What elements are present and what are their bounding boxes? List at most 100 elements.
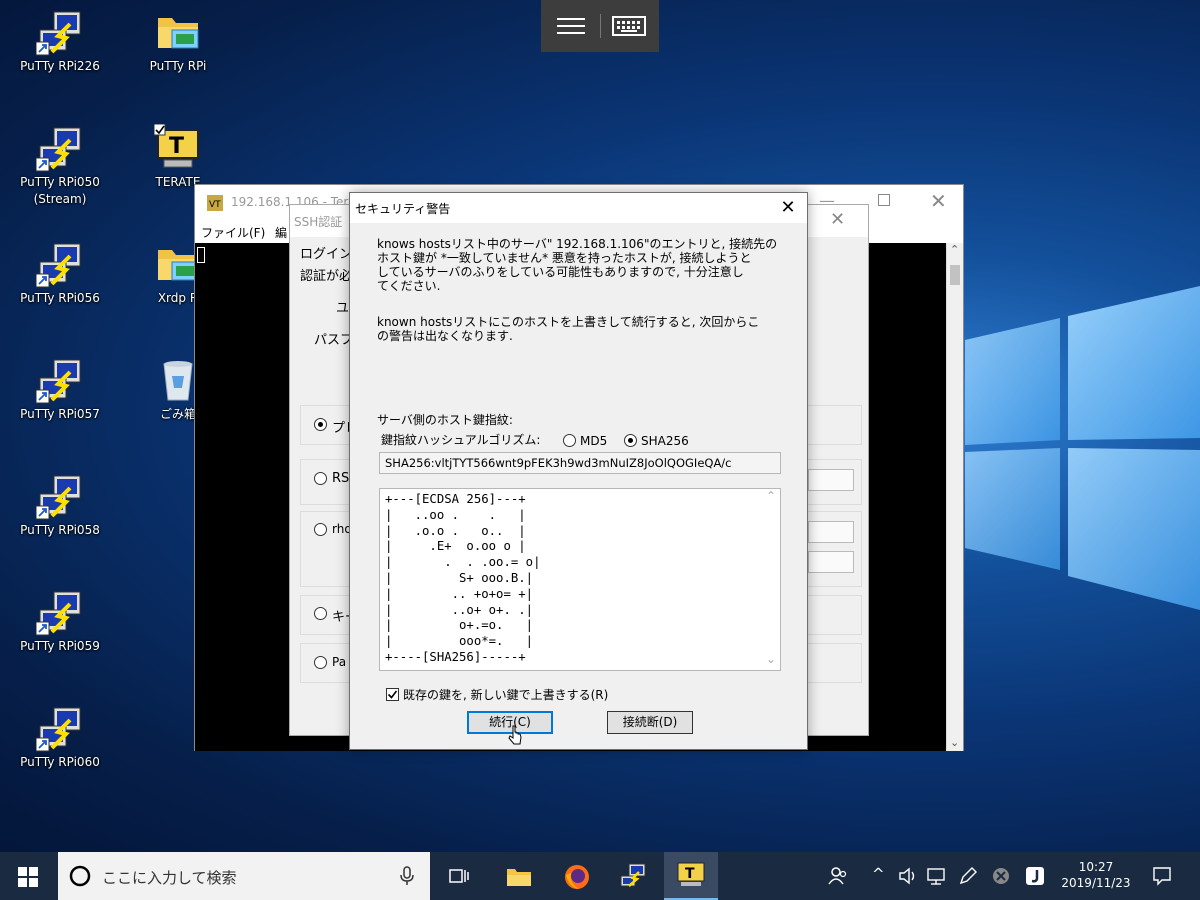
putty-icon [35,704,84,752]
fingerprint-field[interactable]: SHA256:vltjTYT566wnt9pFEK3h9wd3mNuIZ8JoO… [379,452,781,474]
ssh-radio-rhosts[interactable] [314,523,327,536]
maximize-icon[interactable] [878,194,890,206]
scroll-down-icon[interactable]: ⌄ [950,736,959,749]
fingerprint-label: サーバ側のホスト鍵指紋: [377,413,513,427]
ssh-radio-rsa[interactable] [314,472,327,485]
menu-file[interactable]: ファイル(F) [201,224,265,241]
desktop-icon-putty[interactable]: PuTTy RPi058 [12,472,108,539]
ssh-radio-keyboard[interactable] [314,607,327,620]
ssh-rsa-field[interactable] [808,469,854,491]
ssh-auth-title: SSH認証 [294,215,343,229]
clock-date: 2019/11/23 [1061,876,1131,890]
desktop-icon[interactable]: T TERATE [130,123,226,191]
ssh-rhosts-field-1[interactable] [808,521,854,543]
md5-radio[interactable] [563,434,576,447]
randomart-text: +---[ECDSA 256]---+ | ..oo . . | | .o.o … [385,492,541,664]
putty-icon [35,356,84,404]
taskbar-teraterm[interactable]: T [664,852,718,900]
randomart-box[interactable]: +---[ECDSA 256]---+ | ..oo . . | | .o.o … [379,488,781,671]
taskbar-putty[interactable] [610,852,656,900]
keyboard-icon[interactable] [611,14,647,38]
terminal-cursor [197,247,205,263]
teraterm-icon: T [677,862,705,886]
ssh-radio-plain[interactable] [314,418,327,431]
desktop-icon-putty[interactable]: PuTTy RPi057 [12,356,108,423]
remote-toolbar [541,0,659,52]
desktop-icon-label: PuTTy RPi060 [20,755,100,769]
overwrite-checkbox[interactable] [386,688,399,701]
overwrite-checkbox-label[interactable]: 既存の鍵を, 新しい鍵で上書きする(R) [403,688,608,702]
overwrite-line: known hostsリストにこのホストを上書きして続行すると, 次回からこ [377,315,760,329]
desktop-icon-label: PuTTy RPi058 [20,523,100,537]
scroll-down-icon[interactable]: ⌄ [766,652,776,666]
close-icon[interactable]: ✕ [930,189,947,213]
toolbar-divider [600,14,601,38]
teraterm-icon: T [153,123,202,172]
desktop-icon-putty[interactable]: PuTTy RPi059 [12,588,108,655]
desktop-icon-label: PuTTy RPi050 (Stream) [20,175,100,206]
disconnect-button[interactable]: 接続断(D) [607,711,693,734]
security-titlebar[interactable]: セキュリティ警告 ✕ [350,193,807,223]
ssh-pass-label: パスフ [314,333,354,348]
folder-network-icon [154,8,202,56]
folder-icon [507,869,531,886]
sha256-radio[interactable] [624,434,637,447]
putty-icon [35,8,84,56]
ssh-user-label: ユ [336,301,350,316]
desktop-icon-putty[interactable]: PuTTy RPi060 [12,704,108,771]
people-icon[interactable] [828,866,848,886]
taskbar-file-explorer[interactable] [496,852,542,900]
windows-start-icon[interactable] [18,867,38,887]
desktop-icon-putty[interactable]: PuTTy RPi056 [12,240,108,307]
putty-icon [620,863,646,887]
warning-line: ホスト鍵が *一致していません* 悪意を持ったホストが, 接続しようと [377,251,752,265]
ssh-rhosts-field-2[interactable] [808,551,854,573]
teraterm-app-icon: VT [207,195,223,211]
search-placeholder: ここに入力して検索 [102,869,237,887]
notifications-icon[interactable] [1152,866,1172,886]
svg-text:T: T [169,134,184,159]
randomart-scrollbar[interactable]: ⌃ ⌄ [763,489,780,670]
scroll-up-icon[interactable]: ⌃ [950,243,959,256]
md5-label: MD5 [580,434,608,448]
mouse-cursor-icon [508,725,522,745]
network-icon[interactable] [926,866,948,886]
menu-icon[interactable] [555,14,587,38]
pen-icon[interactable] [958,866,978,886]
task-view-button[interactable] [436,852,482,900]
warning-line: knows hostsリスト中のサーバ" 192.168.1.106"のエントリ… [377,237,778,251]
overwrite-line: の警告は出なくなります. [377,329,513,343]
ssh-radio-pageant[interactable] [314,656,327,669]
warning-line: しているサーバのふりをしている可能性もありますので, 十分注意し [377,265,744,279]
firefox-icon [565,865,589,889]
volume-icon[interactable] [898,866,918,886]
microphone-icon[interactable] [400,866,414,886]
close-icon[interactable]: ✕ [773,195,803,221]
taskbar-firefox[interactable] [554,852,600,900]
taskbar-clock[interactable]: 10:27 2019/11/23 [1056,859,1136,891]
overwrite-text: known hostsリストにこのホストを上書きして続行すると, 次回からこ の… [377,315,759,343]
search-box[interactable]: ここに入力して検索 [58,852,430,900]
terminal-scrollbar[interactable]: ⌃ ⌄ [946,243,963,751]
putty-icon [35,240,84,288]
desktop-icon-label: PuTTy RPi [149,59,207,73]
desktop-icon-label: PuTTy RPi059 [20,639,100,653]
clock-time: 10:27 [1078,860,1114,874]
app-tray-icon[interactable] [1025,866,1045,886]
show-hidden-icons-icon[interactable]: ^ [872,865,885,883]
desktop-icon[interactable]: PuTTy RPi [130,8,226,75]
desktop-icon-putty[interactable]: PuTTy RPi226 [12,8,108,75]
svg-text:T: T [685,866,695,882]
menu-edit[interactable]: 編 [275,224,287,241]
ssh-login-text: ログイン [300,247,353,262]
taskbar: ここに入力して検索 T ^ 10:27 2019/11/23 [0,852,1200,900]
desktop-icon-putty[interactable]: PuTTy RPi050 (Stream) [12,124,108,208]
scroll-thumb[interactable] [950,265,960,285]
scroll-up-icon[interactable]: ⌃ [766,489,776,503]
task-view-icon [449,869,469,883]
desktop-icon-label: PuTTy RPi057 [20,407,100,421]
status-x-icon[interactable] [991,866,1011,886]
windows-logo-wallpaper [965,286,1200,610]
sha256-label: SHA256 [641,434,689,448]
ssh-close-icon[interactable]: ✕ [830,209,845,230]
